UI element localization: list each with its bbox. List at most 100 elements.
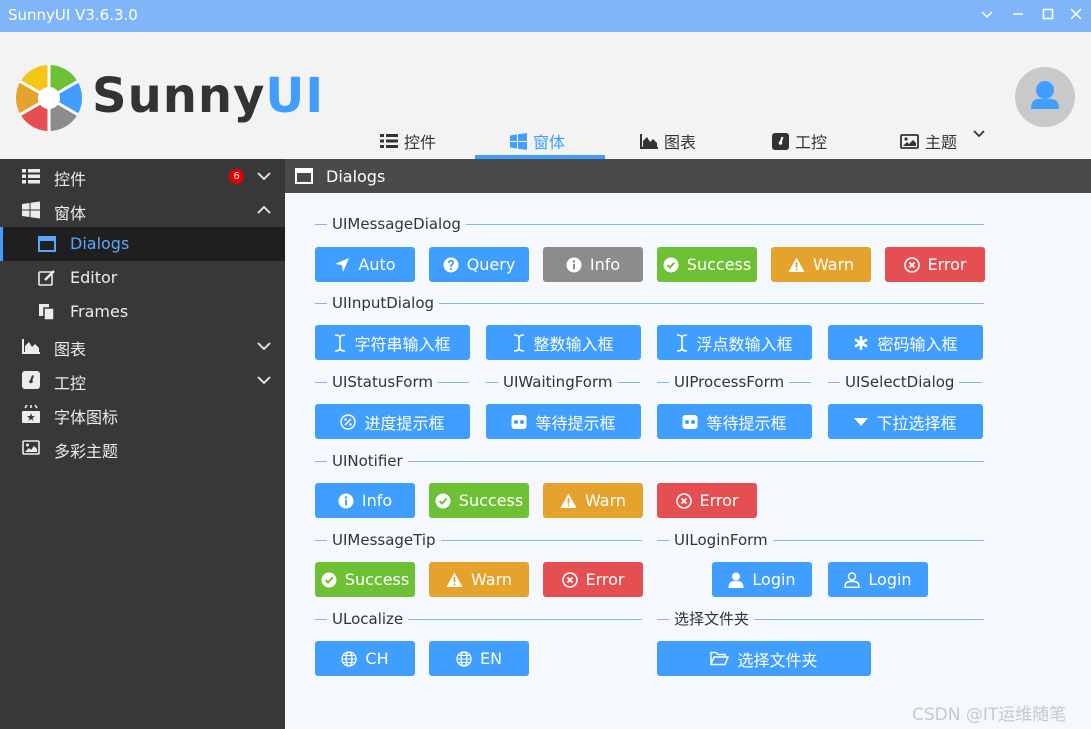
nav-tab-industrial[interactable]: 工控 (772, 124, 827, 158)
button-label: 整数输入框 (533, 334, 614, 354)
sidebar-item-industrial[interactable]: 工控 (0, 363, 285, 397)
sidebar-item-label: 控件 (54, 170, 87, 189)
logo-text-ui: UI (265, 68, 325, 124)
close-button[interactable] (1064, 4, 1088, 28)
group-title-notifier: UINotifier (327, 451, 408, 471)
button-label: Error (699, 491, 739, 510)
tip-error-button[interactable]: Error (543, 562, 643, 597)
asterisk-icon (854, 335, 869, 350)
lang-en-button[interactable]: EN (429, 641, 529, 676)
logo-text: SunnyUI (92, 68, 324, 124)
question-circle-icon (443, 257, 459, 272)
window-title: SunnyUI V3.6.3.0 (8, 6, 138, 24)
check-circle-icon (321, 572, 337, 587)
user-icon (1031, 81, 1059, 109)
button-label: 密码输入框 (877, 334, 958, 354)
times-circle-icon (903, 256, 920, 273)
nav-tab-forms[interactable]: 窗体 (510, 124, 565, 158)
select-folder-button[interactable]: 选择文件夹 (657, 641, 871, 676)
group-title-select-dialog: UISelectDialog (840, 372, 960, 392)
nav-tab-label: 主题 (925, 133, 958, 152)
image-icon (900, 133, 919, 149)
sidebar-item-dialogs[interactable]: Dialogs (0, 227, 285, 261)
button-label: Success (344, 570, 410, 589)
nav-tab-charts[interactable]: 图表 (640, 124, 696, 158)
success-button[interactable]: Success (657, 247, 757, 282)
button-label: 等待提示框 (706, 413, 787, 433)
button-label: Warn (584, 491, 627, 510)
error-button[interactable]: Error (885, 247, 985, 282)
nav-tab-controls[interactable]: 控件 (380, 124, 436, 158)
process-button[interactable]: 等待提示框 (657, 404, 812, 439)
button-label: Login (752, 570, 796, 589)
tip-warn-button[interactable]: Warn (429, 562, 529, 597)
globe-icon (341, 650, 358, 667)
button-label: 浮点数输入框 (696, 334, 793, 354)
notifier-warn-button[interactable]: Warn (543, 483, 643, 518)
warning-icon (788, 257, 805, 272)
text-cursor-icon (514, 333, 525, 352)
sunnyui-logo-icon (15, 64, 83, 131)
sidebar-item-editor[interactable]: Editor (0, 261, 285, 295)
notifier-info-button[interactable]: Info (315, 483, 415, 518)
sidebar-item-controls[interactable]: 控件 6 (0, 159, 285, 193)
sidebar-item-font-icons[interactable]: 字体图标 (0, 397, 285, 431)
dropdown-select-button[interactable]: 下拉选择框 (828, 404, 983, 439)
minimize-button[interactable] (1006, 4, 1030, 28)
sidebar-item-charts[interactable]: 图表 (0, 329, 285, 363)
sidebar-item-forms[interactable]: 窗体 (0, 193, 285, 227)
button-label: Success (458, 491, 524, 510)
user-icon (728, 572, 744, 588)
sidebar-item-label: Editor (70, 268, 118, 287)
button-label: Success (686, 255, 752, 274)
login-button[interactable]: Login (712, 562, 812, 597)
lang-ch-button[interactable]: CH (315, 641, 415, 676)
window-icon (38, 236, 56, 252)
button-label: Info (361, 491, 393, 510)
info-button[interactable]: Info (543, 247, 643, 282)
watermark: CSDN @IT运维随笔 (912, 705, 1067, 725)
button-label: 字符串输入框 (354, 334, 451, 354)
group-title-localize: ULocalize (327, 609, 409, 629)
waiting-button[interactable]: 等待提示框 (486, 404, 641, 439)
password-input-button[interactable]: 密码输入框 (828, 325, 983, 360)
nav-tab-themes[interactable]: 主题 (900, 124, 957, 158)
auto-button[interactable]: Auto (315, 247, 415, 282)
sidebar-item-label: Frames (70, 302, 129, 321)
group-divider (315, 461, 984, 462)
ellipsis-box-icon (682, 414, 698, 429)
edit-icon (38, 270, 55, 286)
query-button[interactable]: Query (429, 247, 529, 282)
login-outline-button[interactable]: Login (828, 562, 928, 597)
chevron-down-icon (257, 376, 271, 385)
window-icon (295, 168, 313, 184)
button-label: Error (927, 255, 967, 274)
caret-down-icon (854, 417, 869, 426)
warn-button[interactable]: Warn (771, 247, 871, 282)
group-title-login-form: UILoginForm (669, 530, 773, 550)
string-input-button[interactable]: 字符串输入框 (315, 325, 470, 360)
maximize-button[interactable] (1036, 4, 1060, 28)
group-title-input-dialog: UIInputDialog (327, 293, 440, 313)
button-label: CH (365, 649, 389, 668)
title-bar: SunnyUI V3.6.3.0 (0, 0, 1091, 32)
float-input-button[interactable]: 浮点数输入框 (657, 325, 812, 360)
button-label: Error (585, 570, 625, 589)
nav-tab-label: 图表 (664, 133, 697, 152)
dropdown-button[interactable] (975, 4, 999, 28)
user-avatar[interactable] (1015, 67, 1075, 127)
check-circle-icon (435, 493, 451, 508)
notifier-error-button[interactable]: Error (657, 483, 757, 518)
gauge-icon (22, 371, 40, 389)
progress-button[interactable]: 进度提示框 (315, 404, 470, 439)
int-input-button[interactable]: 整数输入框 (486, 325, 641, 360)
nav-more-button[interactable] (972, 126, 986, 144)
notifier-success-button[interactable]: Success (429, 483, 529, 518)
windows-icon (510, 132, 527, 150)
group-title-waiting-form: UIWaitingForm (498, 372, 618, 392)
tip-success-button[interactable]: Success (315, 562, 415, 597)
sidebar-item-color-themes[interactable]: 多彩主题 (0, 431, 285, 465)
sidebar-item-label: 字体图标 (54, 408, 119, 427)
area-chart-icon (640, 133, 658, 149)
sidebar-item-frames[interactable]: Frames (0, 295, 285, 329)
